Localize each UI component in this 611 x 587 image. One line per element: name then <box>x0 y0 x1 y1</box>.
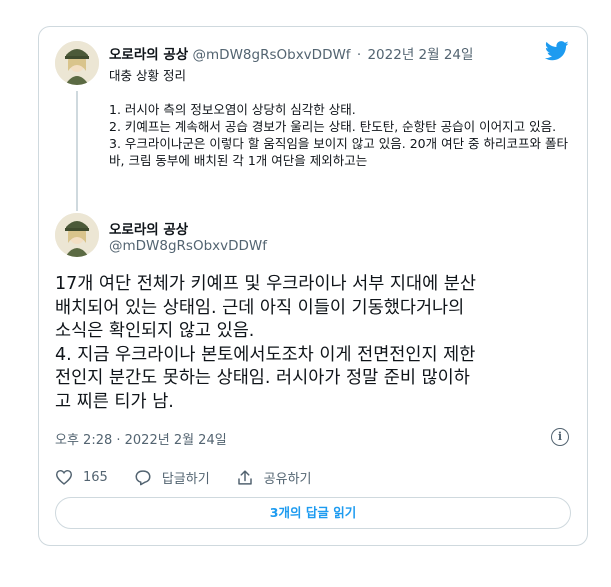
reply-bubble-icon <box>135 469 151 485</box>
reply-label: 답글하기 <box>161 471 210 487</box>
tweet-timestamp[interactable]: 오후 2:28 · 2022년 2월 24일 <box>55 429 227 448</box>
author-display-name[interactable]: 오로라의 공상 <box>109 218 188 238</box>
tweet-text-line: 4. 지금 우크라이나 본토에서도조차 이게 전면전인지 제한 <box>55 344 476 365</box>
tweet-text-line: 소식은 확인되지 않고 있음. <box>55 321 255 341</box>
parent-list-item: 1. 러시아 측의 정보오염이 상당히 심각한 상태. <box>109 102 356 117</box>
parent-tweet-body: 대충 상황 정리 1. 러시아 측의 정보오염이 상당히 심각한 상태. 2. … <box>109 67 579 169</box>
tweet-text-line: 고 찌른 티가 남. <box>55 391 174 412</box>
like-count: 165 <box>83 469 108 485</box>
share-button[interactable]: 공유하기 <box>236 468 312 487</box>
tweet-actions: 165 답글하기 공유하기 <box>55 467 338 487</box>
share-label: 공유하기 <box>263 471 312 487</box>
parent-summary: 대충 상황 정리 <box>109 68 186 83</box>
tweet-text-line: 전인지 분간도 못하는 상태임. 러시아가 정말 준비 많이하 <box>55 368 470 388</box>
tweet-embed-card: 오로라의 공상 @mDW8gRsObxvDDWf · 2022년 2월 24일 … <box>38 26 588 546</box>
parent-handle[interactable]: @mDW8gRsObxvDDWf <box>193 47 351 63</box>
like-button[interactable]: 165 <box>55 469 108 485</box>
author-avatar[interactable] <box>55 213 99 257</box>
heart-icon <box>55 469 73 485</box>
parent-date[interactable]: 2022년 2월 24일 <box>367 47 473 63</box>
parent-avatar[interactable] <box>55 41 99 85</box>
share-icon <box>237 469 252 485</box>
parent-list-item: 3. 우크라이나군은 이렇다 할 움직임을 보이지 않고 있음. 20개 여단 … <box>109 136 568 168</box>
parent-display-name[interactable]: 오로라의 공상 <box>109 47 188 63</box>
read-replies-button[interactable]: 3개의 답글 읽기 <box>55 497 571 529</box>
twitter-logo-icon[interactable] <box>544 41 569 61</box>
author-handle[interactable]: @mDW8gRsObxvDDWf <box>109 238 267 254</box>
thread-connector-line <box>76 91 78 211</box>
tweet-text-line: 배치되어 있는 상태임. 근데 아직 이들이 기동했다거나의 <box>55 297 465 318</box>
header-separator: · <box>356 47 362 63</box>
info-icon[interactable]: i <box>551 428 569 446</box>
tweet-text-line: 17개 여단 전체가 키예프 및 우크라이나 서부 지대에 분산 <box>55 274 476 294</box>
reply-button[interactable]: 답글하기 <box>134 468 210 487</box>
tweet-text: 17개 여단 전체가 키예프 및 우크라이나 서부 지대에 분산 배치되어 있는… <box>55 273 575 414</box>
parent-tweet-header: 오로라의 공상 @mDW8gRsObxvDDWf · 2022년 2월 24일 <box>109 43 473 63</box>
parent-list-item: 2. 키예프는 계속해서 공습 경보가 울리는 상태. 탄도탄, 순항탄 공습이… <box>109 119 557 134</box>
